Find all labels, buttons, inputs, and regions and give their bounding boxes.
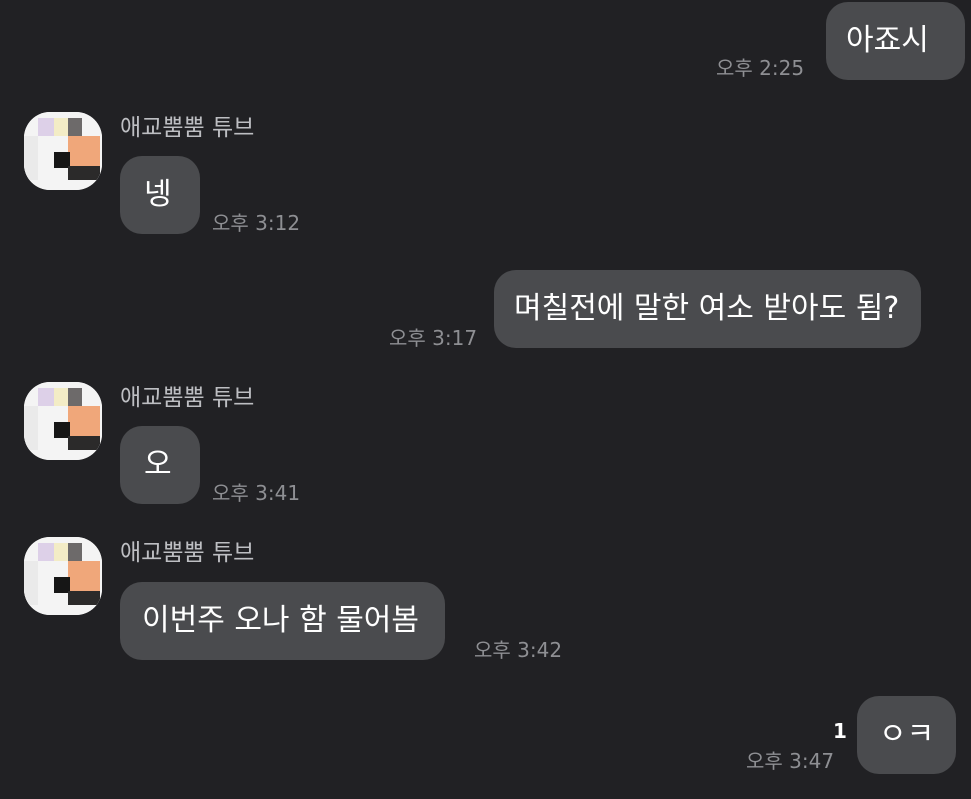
message-timestamp: 오후 3:41: [212, 481, 301, 505]
message-timestamp: 오후 3:12: [212, 211, 301, 235]
message-timestamp: 오후 3:42: [474, 638, 563, 662]
sender-name: 애교뿜뿜 튜브: [120, 540, 255, 566]
sender-name: 애교뿜뿜 튜브: [120, 115, 255, 141]
profile-avatar-icon[interactable]: [24, 382, 102, 460]
message-bubble-sent[interactable]: 며칠전에 말한 여소 받아도 됨?: [494, 270, 922, 348]
message-timestamp: 오후 2:25: [716, 56, 805, 80]
message-timestamp: 오후 3:47: [746, 749, 835, 773]
message-bubble-received[interactable]: 넹: [120, 156, 200, 234]
profile-avatar-icon[interactable]: [24, 112, 102, 190]
message-bubble-sent[interactable]: ㅇㅋ: [857, 696, 957, 774]
message-timestamp: 오후 3:17: [389, 326, 478, 350]
profile-avatar-icon[interactable]: [24, 537, 102, 615]
message-bubble-sent[interactable]: 아죠시: [826, 2, 965, 80]
message-bubble-received[interactable]: 오: [120, 426, 200, 504]
unread-count-badge: 1: [833, 719, 847, 743]
sender-name: 애교뿜뿜 튜브: [120, 385, 255, 411]
message-bubble-received[interactable]: 이번주 오나 함 물어봄: [120, 582, 446, 660]
